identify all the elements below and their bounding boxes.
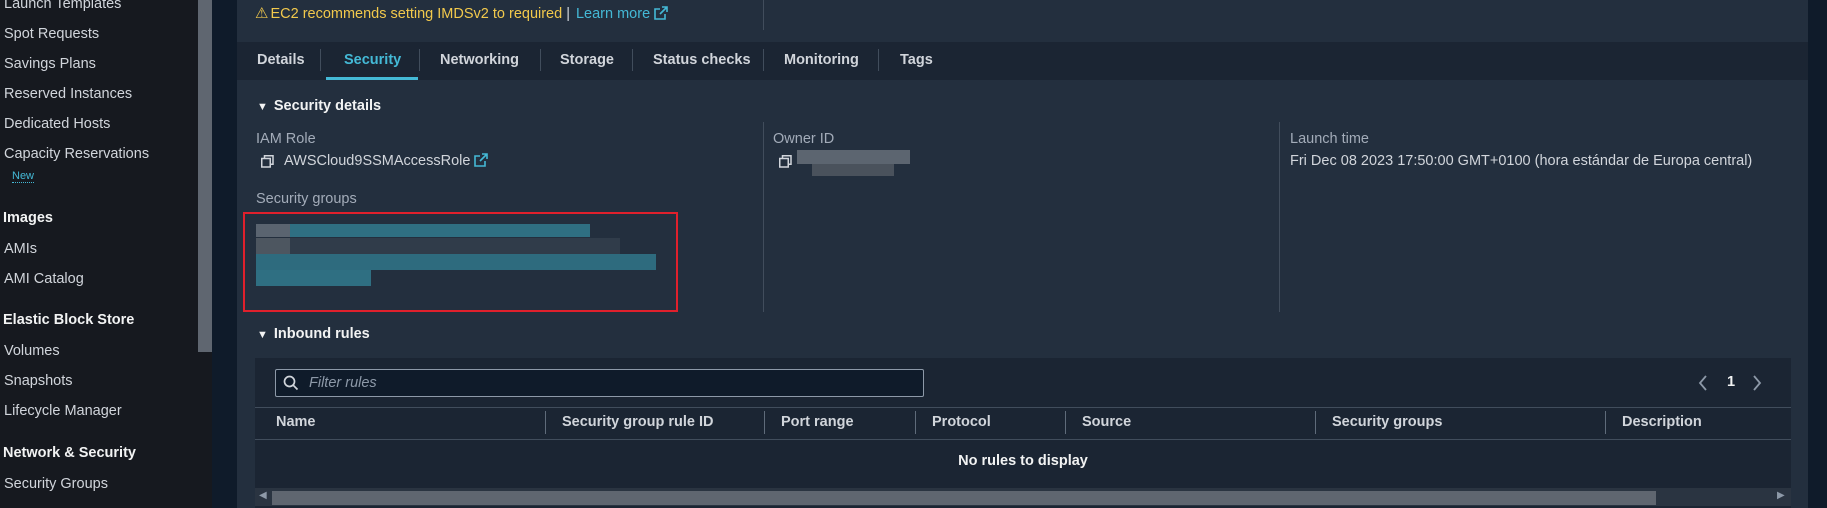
tab-monitoring[interactable]: Monitoring: [784, 52, 859, 68]
column-divider: [1279, 122, 1280, 312]
column-resizer[interactable]: [545, 411, 546, 434]
column-header-rule-id[interactable]: Security group rule ID: [562, 414, 713, 430]
column-divider: [763, 122, 764, 312]
tab-separator: [632, 49, 633, 71]
learn-more-label: Learn more: [575, 6, 651, 22]
sidebar-item-reserved-instances[interactable]: Reserved Instances: [4, 86, 132, 102]
launch-time-value: Fri Dec 08 2023 17:50:00 GMT+0100 (hora …: [1290, 153, 1753, 169]
right-edge: [1808, 0, 1827, 508]
sidebar-item-ami-catalog[interactable]: AMI Catalog: [4, 271, 84, 287]
banner-separator: |: [566, 6, 570, 22]
gutter: [212, 0, 237, 508]
iam-role-value: AWSCloud9SSMAccessRole: [284, 153, 471, 169]
chevron-left-icon[interactable]: [1697, 374, 1709, 392]
security-details-header[interactable]: ▼ Security details: [257, 98, 381, 114]
imds-warning-banner: ⚠ EC2 recommends setting IMDSv2 to requir…: [255, 4, 668, 22]
scroll-left-arrow-icon[interactable]: ◀: [259, 490, 267, 501]
launch-time-label: Launch time: [1290, 131, 1369, 147]
external-link-icon: [654, 6, 668, 20]
column-resizer[interactable]: [915, 411, 916, 434]
column-resizer[interactable]: [1065, 411, 1066, 434]
sidebar-item-spot-requests[interactable]: Spot Requests: [4, 26, 99, 42]
warning-text: EC2 recommends setting IMDSv2 to require…: [270, 6, 563, 22]
tab-tags[interactable]: Tags: [900, 52, 933, 68]
sidebar-item-volumes[interactable]: Volumes: [4, 343, 60, 359]
external-link-icon: [474, 153, 489, 167]
search-icon: [283, 375, 299, 391]
pagination-current-page[interactable]: 1: [1727, 374, 1735, 390]
security-groups-label: Security groups: [256, 191, 357, 207]
column-header-source[interactable]: Source: [1082, 414, 1131, 430]
column-header-name[interactable]: Name: [276, 414, 316, 430]
tab-separator: [763, 49, 764, 71]
table-scrollbar-thumb[interactable]: [272, 491, 1656, 505]
warning-icon: ⚠: [255, 5, 269, 22]
table-header-bottom-border: [255, 439, 1791, 440]
tab-status-checks[interactable]: Status checks: [653, 52, 751, 68]
tab-storage[interactable]: Storage: [560, 52, 614, 68]
sidebar-item-amis[interactable]: AMIs: [4, 241, 37, 257]
tab-separator: [540, 49, 541, 71]
sidebar-section-ebs: Elastic Block Store: [3, 312, 135, 328]
sidebar-item-lifecycle-manager[interactable]: Lifecycle Manager: [4, 403, 122, 419]
sidebar-section-images: Images: [3, 210, 53, 226]
column-resizer[interactable]: [764, 411, 765, 434]
iam-role-label: IAM Role: [256, 131, 316, 147]
caret-down-icon: ▼: [257, 101, 268, 113]
sidebar-item-launch-templates[interactable]: Launch Templates: [4, 0, 121, 12]
table-header-top-border: [255, 407, 1791, 408]
scroll-right-arrow-icon[interactable]: ▶: [1777, 490, 1785, 501]
column-header-security-groups[interactable]: Security groups: [1332, 414, 1442, 430]
learn-more-link[interactable]: Learn more: [576, 6, 668, 22]
filter-rules-input[interactable]: [275, 369, 924, 397]
inbound-rules-header[interactable]: ▼ Inbound rules: [257, 326, 370, 342]
empty-table-message: No rules to display: [958, 453, 1088, 469]
tab-networking[interactable]: Networking: [440, 52, 519, 68]
chevron-right-icon[interactable]: [1751, 374, 1763, 392]
tab-separator: [320, 49, 321, 71]
sidebar: Launch Templates Spot Requests Savings P…: [0, 0, 195, 508]
sidebar-section-network-security: Network & Security: [3, 445, 136, 461]
sidebar-item-snapshots[interactable]: Snapshots: [4, 373, 73, 389]
tab-security[interactable]: Security: [344, 52, 401, 68]
sidebar-item-security-groups[interactable]: Security Groups: [4, 476, 108, 492]
copy-icon[interactable]: [779, 155, 792, 168]
sidebar-item-capacity-reservations[interactable]: Capacity Reservations: [4, 146, 149, 162]
sidebar-item-dedicated-hosts[interactable]: Dedicated Hosts: [4, 116, 110, 132]
inbound-rules-title: Inbound rules: [273, 326, 370, 342]
column-header-description[interactable]: Description: [1622, 414, 1702, 430]
column-header-port-range[interactable]: Port range: [781, 414, 854, 430]
copy-icon[interactable]: [261, 155, 274, 168]
tab-details[interactable]: Details: [257, 52, 305, 68]
banner-divider: [763, 0, 764, 30]
column-resizer[interactable]: [1605, 411, 1606, 434]
column-header-protocol[interactable]: Protocol: [932, 414, 991, 430]
sidebar-scrollbar-thumb[interactable]: [198, 0, 212, 352]
active-tab-indicator: [326, 77, 418, 80]
sidebar-item-savings-plans[interactable]: Savings Plans: [4, 56, 96, 72]
tab-separator: [419, 49, 420, 71]
owner-id-label: Owner ID: [773, 131, 835, 147]
caret-down-icon: ▼: [257, 329, 268, 341]
security-details-title: Security details: [273, 98, 382, 114]
new-badge: New: [12, 170, 35, 183]
security-groups-highlight: [243, 212, 678, 312]
tab-separator: [878, 49, 879, 71]
column-resizer[interactable]: [1315, 411, 1316, 434]
iam-role-link[interactable]: AWSCloud9SSMAccessRole: [284, 153, 489, 169]
